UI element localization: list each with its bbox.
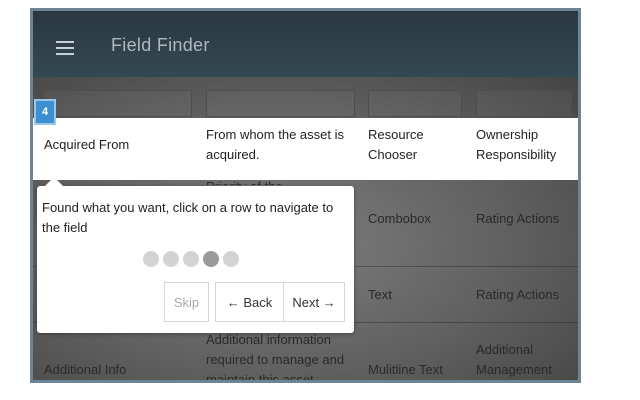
category-filter-input[interactable] (476, 90, 572, 117)
row-name: Additional Info (44, 362, 127, 377)
row-category: Ownership Responsibility (476, 127, 557, 162)
row-type: Resource Chooser (368, 127, 424, 162)
back-button[interactable]: ← Back (215, 282, 284, 322)
row-description: Additional information required to manag… (206, 332, 345, 380)
step-dot[interactable] (163, 251, 179, 267)
row-type: Mulitline Text (368, 362, 443, 377)
step-dot[interactable] (183, 251, 199, 267)
description-filter-input[interactable] (206, 90, 355, 117)
row-category: Additional Management (476, 342, 552, 377)
name-filter-input[interactable] (43, 90, 192, 117)
row-name: Acquired From (44, 137, 130, 152)
row-category: Rating Actions (476, 211, 560, 226)
row-type: Combobox (368, 211, 431, 226)
tour-tooltip: Found what you want, click on a row to n… (37, 177, 354, 333)
filter-row (33, 77, 578, 119)
row-category: Rating Actions (476, 287, 560, 302)
tooltip-arrow (45, 177, 63, 186)
next-button[interactable]: Next → (283, 282, 345, 322)
row-description: From whom the asset is acquired. (206, 127, 344, 162)
step-dot[interactable] (203, 251, 219, 267)
row-type: Text (368, 287, 392, 302)
step-indicator (143, 251, 239, 267)
app-window: Field Finder Priority of the Combobox Ra… (30, 8, 581, 383)
top-bar: Field Finder (33, 11, 578, 77)
tooltip-text: Found what you want, click on a row to n… (42, 200, 334, 235)
skip-button[interactable]: Skip (164, 282, 209, 322)
hamburger-menu-icon[interactable] (56, 41, 74, 55)
app-title: Field Finder (111, 35, 210, 55)
step-number-badge: 4 (34, 99, 56, 125)
step-dot[interactable] (143, 251, 159, 267)
highlighted-table-row[interactable]: Acquired From From whom the asset is acq… (33, 118, 578, 180)
type-filter-input[interactable] (368, 90, 462, 117)
field-finder-app: Field Finder Priority of the Combobox Ra… (33, 11, 578, 380)
step-dot[interactable] (223, 251, 239, 267)
